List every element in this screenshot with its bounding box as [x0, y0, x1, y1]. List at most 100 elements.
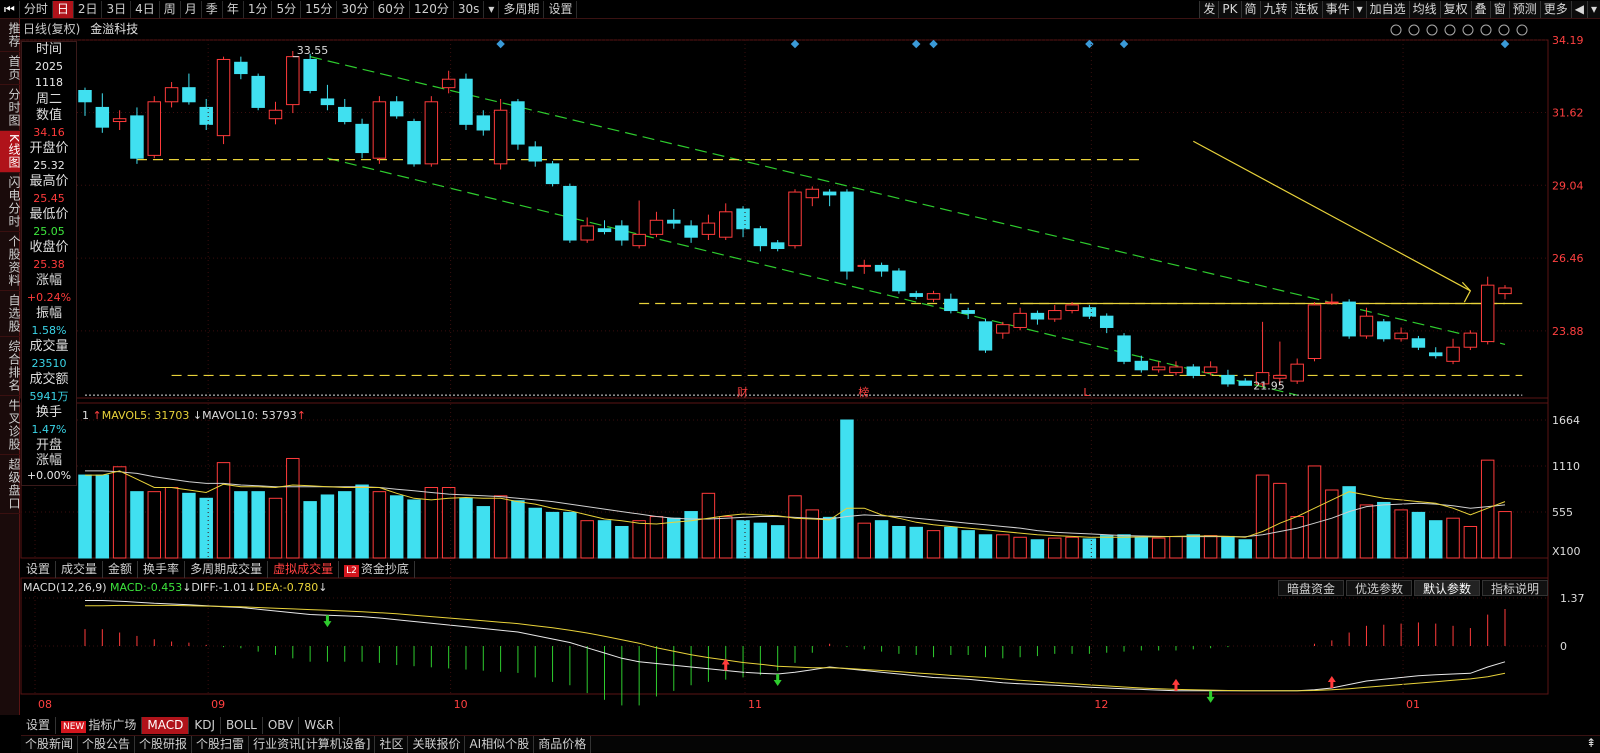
volume-tab[interactable]: 多周期成交量	[185, 560, 269, 578]
volume-bar	[338, 491, 352, 559]
volume-bar	[1394, 509, 1408, 559]
open-change-label: 开盘涨幅	[35, 438, 62, 468]
candle-body	[147, 101, 162, 156]
volume-bar	[857, 522, 872, 559]
candle-body	[1377, 321, 1391, 340]
candle-body	[1411, 338, 1426, 348]
bottom-tab[interactable]: 关联报价	[408, 735, 466, 753]
candle-body	[1238, 380, 1252, 386]
bottom-tab[interactable]: 个股公告	[78, 735, 136, 753]
ma10-label: MAVOL10:	[202, 409, 259, 422]
volume-tab[interactable]: 虚拟成交量	[268, 560, 340, 578]
close-value: 25.38	[33, 257, 65, 271]
diff-label: DIFF:	[191, 581, 219, 594]
clone-icon	[1444, 24, 1456, 36]
volume-tab[interactable]: 换手率	[138, 560, 186, 578]
high-annotation: 33.55	[297, 44, 329, 57]
indicator-tab-label: OBV	[267, 717, 294, 732]
bottom-tab[interactable]: 个股扫雷	[192, 735, 250, 753]
candle-body	[753, 228, 768, 247]
diff-value: -1.01	[218, 581, 248, 594]
bottom-tab[interactable]: 行业资讯[计算机设备]	[249, 735, 376, 753]
bottom-tab[interactable]: 社区	[375, 735, 409, 753]
candle-body	[528, 146, 542, 162]
candle-body	[961, 310, 975, 314]
macd-option-button[interactable]: 默认参数	[1414, 580, 1481, 596]
volume-bar	[493, 495, 508, 559]
price-tick-label: 23.88	[1552, 325, 1584, 338]
candle-body	[1463, 332, 1478, 348]
candle-body	[770, 242, 785, 249]
candle-body	[78, 89, 92, 103]
volume-bar	[822, 516, 837, 559]
candle-body	[476, 115, 491, 131]
macd-option-button[interactable]: 指标说明	[1482, 580, 1549, 596]
open-label: 开盘价	[29, 141, 69, 156]
indicator-tab[interactable]: MACD	[142, 716, 190, 734]
candle-body	[1065, 304, 1079, 312]
volume-bar	[164, 487, 179, 559]
candle-body	[1013, 312, 1027, 328]
volume-bar	[1255, 474, 1270, 559]
volume-bar	[1221, 535, 1235, 559]
indicator-tab[interactable]: W&R	[299, 716, 340, 734]
scroll-top-icon[interactable]: ⇞	[1586, 736, 1596, 750]
time-tick-label: 12	[1094, 698, 1108, 711]
bottom-tab[interactable]: 个股研报	[135, 735, 193, 753]
candle-body	[441, 78, 456, 89]
volume-bar	[320, 494, 335, 559]
indicator-tab[interactable]: OBV	[263, 716, 300, 734]
volume-bar	[389, 495, 404, 559]
volume-bar	[1117, 534, 1131, 559]
up-arrow-icon: ↑	[92, 409, 102, 422]
event-diamond-icon	[790, 39, 800, 49]
kline-chart[interactable]: 34.1931.6229.0426.4623.88 33.5521.95财榜 L …	[0, 0, 1600, 752]
candle-body	[944, 298, 958, 312]
candle-body	[718, 211, 733, 238]
event-diamond-icon	[1119, 39, 1129, 49]
volume-tab-label: 金额	[108, 561, 133, 576]
bottom-tab[interactable]: 个股新闻	[21, 735, 79, 753]
volume-bar	[216, 462, 231, 559]
buy-arrow-icon	[1327, 676, 1336, 689]
volume-tab-label: 资金抄底	[360, 561, 409, 576]
macd-option-button[interactable]: 暗盘资金	[1278, 580, 1345, 596]
candle-body	[632, 233, 646, 247]
volume-tab[interactable]: 成交量	[56, 560, 104, 578]
volume-tick-label: 555	[1552, 506, 1573, 519]
turnover-rate-label: 换手	[35, 405, 62, 420]
indicator-tab[interactable]: NEW 指标广场	[56, 716, 143, 734]
macd-option-button[interactable]: 优选参数	[1346, 580, 1413, 596]
down-arrow-icon: ↓	[192, 409, 203, 422]
candle-body	[1480, 284, 1495, 343]
indicator-tab[interactable]: 设置	[21, 716, 57, 734]
volume-tab[interactable]: 设置	[21, 560, 57, 578]
volume-tab-label: 虚拟成交量	[273, 561, 334, 576]
candle-body	[251, 75, 265, 108]
candle-body	[684, 225, 698, 238]
volume-tab-label: 换手率	[143, 561, 180, 576]
candle-body	[112, 118, 127, 123]
indicator-tab[interactable]: BOLL	[221, 716, 263, 734]
volume-tab[interactable]: L2 资金抄底	[339, 560, 415, 578]
indicator-tab[interactable]: KDJ	[189, 716, 221, 734]
open-value: 25.32	[33, 158, 65, 172]
indicator-tab-label: KDJ	[194, 717, 215, 732]
candle-body	[1273, 374, 1287, 379]
high-value: 25.45	[33, 191, 65, 205]
volume-bar	[1030, 539, 1045, 559]
bottom-tab[interactable]: 商品价格	[534, 735, 592, 753]
event-marker: L	[1083, 386, 1090, 399]
volume-bar	[251, 491, 265, 559]
bottom-tab[interactable]: AI相似个股	[465, 735, 535, 753]
price-tick-label: 26.46	[1552, 252, 1584, 265]
volume-bar	[1463, 525, 1478, 559]
volume-bar	[1411, 511, 1426, 559]
volume-bar	[615, 525, 629, 559]
event-marker: 榜	[858, 385, 869, 399]
volume-bar	[1342, 486, 1356, 559]
volume-tick-label: 1110	[1552, 460, 1580, 473]
candle-body	[493, 109, 508, 165]
candle-body	[1498, 287, 1512, 295]
volume-tab[interactable]: 金额	[103, 560, 139, 578]
